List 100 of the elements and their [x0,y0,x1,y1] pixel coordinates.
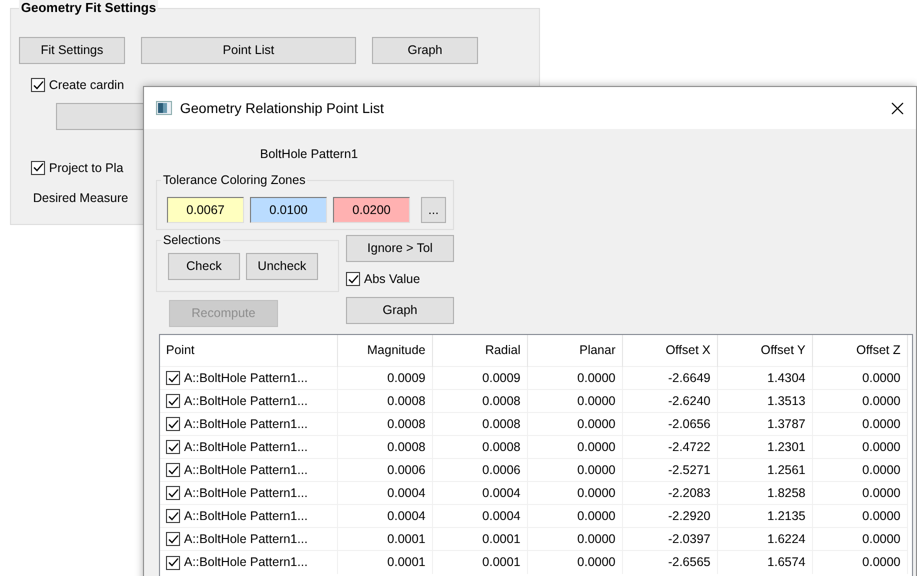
table-cell: 0.0008 [482,416,520,431]
checkbox-label: Project to Pla [49,160,124,177]
table-cell: 0.0000 [862,555,900,570]
graph-button[interactable]: Graph [346,296,454,324]
table-cell: 1.2301 [767,440,806,454]
table-cell: -2.4722 [668,440,710,454]
table-cell: 0.0008 [387,416,426,431]
table-cell: 0.0000 [577,532,616,546]
checkbox[interactable] [166,486,180,500]
column-header[interactable]: Radial [432,334,527,367]
table-cell: 0.0000 [577,370,616,385]
table-cell: -2.2920 [668,508,710,523]
table-cell: 0.0000 [577,555,616,570]
table-cell: -2.6240 [668,394,710,408]
column-header[interactable]: Point [160,334,337,367]
panel-button[interactable]: Fit Settings [19,37,125,64]
table-cell: 0.0000 [577,486,616,500]
table-cell: 1.2561 [767,462,806,477]
selection-button[interactable]: Uncheck [246,252,318,280]
ignore-button[interactable]: Ignore > Tol [346,234,454,262]
table-cell: -2.0656 [668,416,710,431]
table-cell: 0.0004 [482,486,520,500]
column-header[interactable]: Offset Y [717,334,812,367]
table-cell: 0.0001 [482,532,520,546]
checkbox[interactable] [166,440,180,454]
table-cell-text: A::BoltHole Pattern1... [184,370,308,387]
table-cell: -2.6649 [668,370,710,385]
tolerance-field[interactable]: 0.0200 [333,196,410,223]
table-cell: 1.3787 [767,416,806,431]
table-cell: 0.0000 [577,394,616,408]
table-cell-text: A::BoltHole Pattern1... [184,554,308,572]
window-icon [156,101,172,115]
window-title: Geometry Relationship Point List [180,98,384,118]
table-cell: 0.0000 [862,532,900,546]
table-cell-text: A::BoltHole Pattern1... [184,530,308,548]
checkbox-label: Create cardin [49,77,124,94]
column-header[interactable]: Offset X [622,334,717,367]
table-cell: 0.0004 [387,486,426,500]
checkbox[interactable] [166,463,180,478]
close-icon[interactable] [891,102,904,114]
table-cell: 1.8258 [767,486,806,500]
feature-name: BoltHole Pattern1 [260,147,358,161]
checkbox[interactable] [166,556,180,570]
checkbox[interactable] [166,532,180,546]
table-cell: 0.0001 [482,555,520,570]
table-cell: 0.0000 [862,462,900,477]
table-cell-text: A::BoltHole Pattern1... [184,462,308,479]
tolerance-field[interactable]: 0.0100 [250,196,327,223]
checkbox[interactable] [166,509,180,524]
checkbox-label: Abs Value [364,270,420,288]
table-cell: 1.4304 [767,370,806,385]
more-button[interactable]: ... [421,196,446,223]
table-cell: -2.2083 [668,486,710,500]
table-cell: 0.0008 [482,394,520,408]
table-cell: 1.2135 [767,508,806,523]
table-cell: 0.0000 [577,508,616,523]
table-cell: 0.0000 [862,370,900,385]
checkbox[interactable] [166,417,180,432]
table-cell: 0.0000 [862,508,900,523]
column-header[interactable]: Offset Z [812,334,907,367]
selection-button[interactable]: Check [168,252,240,280]
table-cell: 0.0000 [862,440,900,454]
tolerance-field[interactable]: 0.0067 [167,196,244,223]
panel-button[interactable]: Graph [372,37,478,64]
table-cell: 0.0001 [387,555,426,570]
table-cell: 1.6224 [767,532,806,546]
table-cell: 0.0006 [387,462,426,477]
checkbox[interactable] [31,78,45,92]
table-cell: 0.0000 [577,462,616,477]
table-cell: 0.0000 [577,416,616,431]
table-cell: 0.0004 [482,508,520,523]
group-title: Geometry Fit Settings [19,0,158,17]
table-cell-text: A::BoltHole Pattern1... [184,416,308,433]
checkbox[interactable] [346,272,360,286]
checkbox[interactable] [166,394,180,408]
table-cell-text: A::BoltHole Pattern1... [184,438,308,456]
column-header[interactable]: Planar [527,334,622,367]
field-label: Desired Measure [33,190,130,208]
checkbox[interactable] [166,371,180,386]
table-cell: 0.0008 [387,440,426,454]
panel-button[interactable]: Point List [141,37,356,64]
table-cell: -2.5271 [668,462,710,477]
table-cell: 0.0001 [387,532,426,546]
table-cell: 0.0009 [387,370,426,385]
table-cell: 0.0009 [482,370,520,385]
table-cell: 0.0000 [862,486,900,500]
table-cell: -2.6565 [668,555,710,570]
table-cell: 1.3513 [767,394,806,408]
group-title: Tolerance Coloring Zones [161,172,308,188]
table-cell: 0.0000 [577,440,616,454]
column-header[interactable]: Magnitude [337,334,432,367]
table-cell: 0.0000 [862,416,900,431]
table-cell-text: A::BoltHole Pattern1... [184,392,308,410]
checkbox[interactable] [31,160,45,175]
table-cell: -2.0397 [668,532,710,546]
table-cell: 0.0000 [862,394,900,408]
table-cell: 0.0008 [482,440,520,454]
table-cell-text: A::BoltHole Pattern1... [184,508,308,525]
table-cell: 0.0006 [482,462,520,477]
table-cell-text: A::BoltHole Pattern1... [184,484,308,502]
